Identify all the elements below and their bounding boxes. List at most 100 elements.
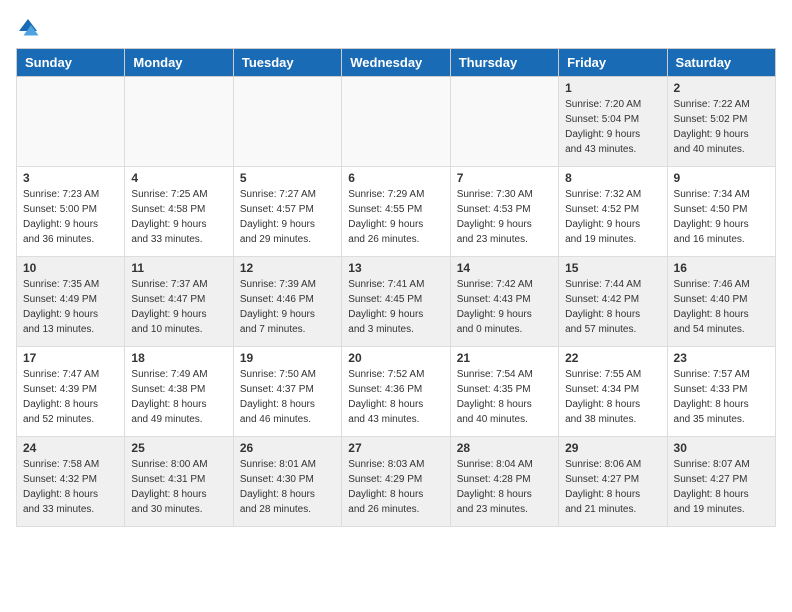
- day-number: 22: [565, 351, 660, 365]
- day-detail: Sunrise: 7:50 AM Sunset: 4:37 PM Dayligh…: [240, 367, 335, 427]
- day-number: 14: [457, 261, 552, 275]
- calendar-day-cell: 11 Sunrise: 7:37 AM Sunset: 4:47 PM Dayli…: [125, 257, 233, 347]
- day-number: 9: [674, 171, 769, 185]
- day-detail: Sunrise: 8:04 AM Sunset: 4:28 PM Dayligh…: [457, 457, 552, 517]
- calendar-day-cell: [342, 77, 450, 167]
- calendar-week-row: 17 Sunrise: 7:47 AM Sunset: 4:39 PM Dayli…: [17, 347, 776, 437]
- calendar-day-cell: 18 Sunrise: 7:49 AM Sunset: 4:38 PM Dayli…: [125, 347, 233, 437]
- calendar-body: 1 Sunrise: 7:20 AM Sunset: 5:04 PM Daylig…: [17, 77, 776, 527]
- calendar-day-cell: 30Sunrise: 8:07 AM Sunset: 4:27 PM Dayli…: [667, 437, 775, 527]
- calendar-day-cell: 10 Sunrise: 7:35 AM Sunset: 4:49 PM Dayli…: [17, 257, 125, 347]
- calendar-day-cell: 9 Sunrise: 7:34 AM Sunset: 4:50 PM Daylig…: [667, 167, 775, 257]
- day-number: 25: [131, 441, 226, 455]
- day-number: 17: [23, 351, 118, 365]
- calendar-day-cell: 8 Sunrise: 7:32 AM Sunset: 4:52 PM Daylig…: [559, 167, 667, 257]
- calendar-header-row: SundayMondayTuesdayWednesdayThursdayFrid…: [17, 49, 776, 77]
- day-detail: Sunrise: 7:35 AM Sunset: 4:49 PM Dayligh…: [23, 277, 118, 337]
- day-number: 21: [457, 351, 552, 365]
- day-number: 2: [674, 81, 769, 95]
- day-detail: Sunrise: 7:34 AM Sunset: 4:50 PM Dayligh…: [674, 187, 769, 247]
- calendar-day-cell: 4Sunrise: 7:25 AM Sunset: 4:58 PM Daylig…: [125, 167, 233, 257]
- calendar-day-cell: 21 Sunrise: 7:54 AM Sunset: 4:35 PM Dayli…: [450, 347, 558, 437]
- calendar-day-cell: 7 Sunrise: 7:30 AM Sunset: 4:53 PM Daylig…: [450, 167, 558, 257]
- day-detail: Sunrise: 8:00 AM Sunset: 4:31 PM Dayligh…: [131, 457, 226, 517]
- day-detail: Sunrise: 7:30 AM Sunset: 4:53 PM Dayligh…: [457, 187, 552, 247]
- day-number: 28: [457, 441, 552, 455]
- day-detail: Sunrise: 7:27 AM Sunset: 4:57 PM Dayligh…: [240, 187, 335, 247]
- day-detail: Sunrise: 7:22 AM Sunset: 5:02 PM Dayligh…: [674, 97, 769, 157]
- calendar-day-cell: 28 Sunrise: 8:04 AM Sunset: 4:28 PM Dayli…: [450, 437, 558, 527]
- day-of-week-header: Saturday: [667, 49, 775, 77]
- day-detail: Sunrise: 7:46 AM Sunset: 4:40 PM Dayligh…: [674, 277, 769, 337]
- day-detail: Sunrise: 8:01 AM Sunset: 4:30 PM Dayligh…: [240, 457, 335, 517]
- day-number: 27: [348, 441, 443, 455]
- day-number: 3: [23, 171, 118, 185]
- calendar-day-cell: 3 Sunrise: 7:23 AM Sunset: 5:00 PM Daylig…: [17, 167, 125, 257]
- day-number: 12: [240, 261, 335, 275]
- day-detail: Sunrise: 7:49 AM Sunset: 4:38 PM Dayligh…: [131, 367, 226, 427]
- day-detail: Sunrise: 7:54 AM Sunset: 4:35 PM Dayligh…: [457, 367, 552, 427]
- calendar-day-cell: 17 Sunrise: 7:47 AM Sunset: 4:39 PM Dayli…: [17, 347, 125, 437]
- calendar-day-cell: 5Sunrise: 7:27 AM Sunset: 4:57 PM Daylig…: [233, 167, 341, 257]
- calendar-day-cell: 26 Sunrise: 8:01 AM Sunset: 4:30 PM Dayli…: [233, 437, 341, 527]
- calendar-day-cell: 25 Sunrise: 8:00 AM Sunset: 4:31 PM Dayli…: [125, 437, 233, 527]
- day-number: 16: [674, 261, 769, 275]
- calendar-day-cell: 14 Sunrise: 7:42 AM Sunset: 4:43 PM Dayli…: [450, 257, 558, 347]
- day-detail: Sunrise: 7:47 AM Sunset: 4:39 PM Dayligh…: [23, 367, 118, 427]
- day-number: 24: [23, 441, 118, 455]
- calendar-table: SundayMondayTuesdayWednesdayThursdayFrid…: [16, 48, 776, 527]
- calendar-day-cell: [233, 77, 341, 167]
- calendar-week-row: 24 Sunrise: 7:58 AM Sunset: 4:32 PM Dayli…: [17, 437, 776, 527]
- day-number: 8: [565, 171, 660, 185]
- day-detail: Sunrise: 8:06 AM Sunset: 4:27 PM Dayligh…: [565, 457, 660, 517]
- day-detail: Sunrise: 7:37 AM Sunset: 4:47 PM Dayligh…: [131, 277, 226, 337]
- day-of-week-header: Wednesday: [342, 49, 450, 77]
- day-detail: Sunrise: 8:07 AM Sunset: 4:27 PM Dayligh…: [674, 457, 769, 517]
- day-of-week-header: Friday: [559, 49, 667, 77]
- calendar-week-row: 1 Sunrise: 7:20 AM Sunset: 5:04 PM Daylig…: [17, 77, 776, 167]
- logo-icon: [16, 16, 40, 40]
- day-detail: Sunrise: 7:55 AM Sunset: 4:34 PM Dayligh…: [565, 367, 660, 427]
- day-detail: Sunrise: 7:23 AM Sunset: 5:00 PM Dayligh…: [23, 187, 118, 247]
- calendar-day-cell: [17, 77, 125, 167]
- logo: [16, 16, 44, 40]
- day-of-week-header: Thursday: [450, 49, 558, 77]
- day-of-week-header: Sunday: [17, 49, 125, 77]
- calendar-day-cell: 13Sunrise: 7:41 AM Sunset: 4:45 PM Dayli…: [342, 257, 450, 347]
- day-detail: Sunrise: 7:42 AM Sunset: 4:43 PM Dayligh…: [457, 277, 552, 337]
- calendar-week-row: 3 Sunrise: 7:23 AM Sunset: 5:00 PM Daylig…: [17, 167, 776, 257]
- day-detail: Sunrise: 7:32 AM Sunset: 4:52 PM Dayligh…: [565, 187, 660, 247]
- day-number: 19: [240, 351, 335, 365]
- day-detail: Sunrise: 7:20 AM Sunset: 5:04 PM Dayligh…: [565, 97, 660, 157]
- day-number: 18: [131, 351, 226, 365]
- day-number: 4: [131, 171, 226, 185]
- day-number: 26: [240, 441, 335, 455]
- calendar-day-cell: 16 Sunrise: 7:46 AM Sunset: 4:40 PM Dayli…: [667, 257, 775, 347]
- calendar-day-cell: 15 Sunrise: 7:44 AM Sunset: 4:42 PM Dayli…: [559, 257, 667, 347]
- calendar-day-cell: 22 Sunrise: 7:55 AM Sunset: 4:34 PM Dayli…: [559, 347, 667, 437]
- day-detail: Sunrise: 7:58 AM Sunset: 4:32 PM Dayligh…: [23, 457, 118, 517]
- day-detail: Sunrise: 8:03 AM Sunset: 4:29 PM Dayligh…: [348, 457, 443, 517]
- day-number: 1: [565, 81, 660, 95]
- day-number: 6: [348, 171, 443, 185]
- calendar-day-cell: 29 Sunrise: 8:06 AM Sunset: 4:27 PM Dayli…: [559, 437, 667, 527]
- day-of-week-header: Monday: [125, 49, 233, 77]
- day-detail: Sunrise: 7:44 AM Sunset: 4:42 PM Dayligh…: [565, 277, 660, 337]
- calendar-day-cell: 6Sunrise: 7:29 AM Sunset: 4:55 PM Daylig…: [342, 167, 450, 257]
- calendar-day-cell: 2 Sunrise: 7:22 AM Sunset: 5:02 PM Daylig…: [667, 77, 775, 167]
- day-number: 7: [457, 171, 552, 185]
- calendar-day-cell: 19 Sunrise: 7:50 AM Sunset: 4:37 PM Dayli…: [233, 347, 341, 437]
- day-number: 23: [674, 351, 769, 365]
- day-detail: Sunrise: 7:52 AM Sunset: 4:36 PM Dayligh…: [348, 367, 443, 427]
- calendar-day-cell: [125, 77, 233, 167]
- calendar-day-cell: 24 Sunrise: 7:58 AM Sunset: 4:32 PM Dayli…: [17, 437, 125, 527]
- calendar-day-cell: [450, 77, 558, 167]
- day-number: 10: [23, 261, 118, 275]
- day-number: 15: [565, 261, 660, 275]
- day-number: 11: [131, 261, 226, 275]
- header: [16, 16, 776, 40]
- calendar-day-cell: 20Sunrise: 7:52 AM Sunset: 4:36 PM Dayli…: [342, 347, 450, 437]
- day-detail: Sunrise: 7:39 AM Sunset: 4:46 PM Dayligh…: [240, 277, 335, 337]
- day-number: 29: [565, 441, 660, 455]
- day-detail: Sunrise: 7:41 AM Sunset: 4:45 PM Dayligh…: [348, 277, 443, 337]
